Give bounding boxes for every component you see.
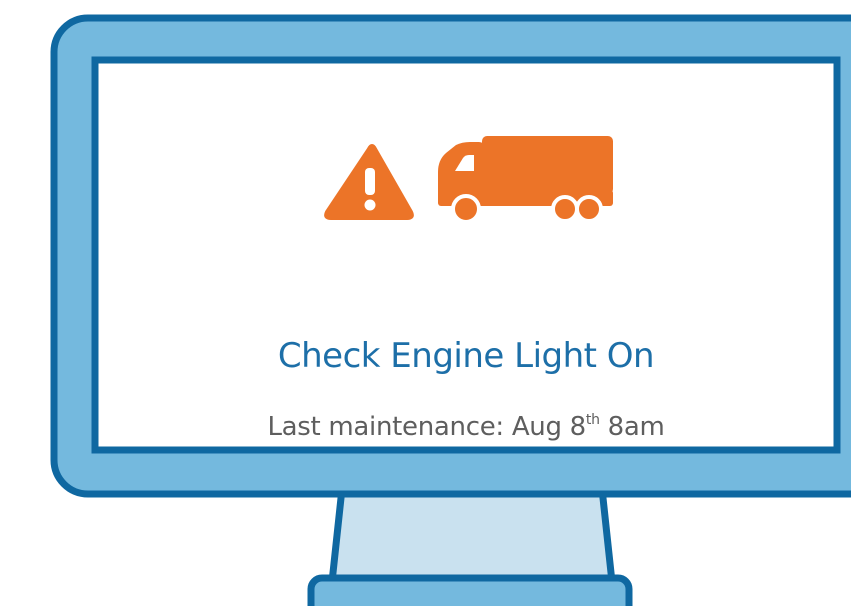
maintenance-date-text: Last maintenance: Aug 8: [267, 412, 586, 442]
alert-subtitle: Last maintenance: Aug 8th 8am: [95, 411, 837, 443]
screen-content: Check Engine Light On Last maintenance: …: [95, 60, 837, 450]
maintenance-time-text: 8am: [599, 412, 665, 442]
monitor-stand-base: [307, 574, 633, 606]
alert-title: Check Engine Light On: [277, 336, 655, 376]
monitor-illustration: Check Engine Light On Last maintenance: …: [0, 0, 851, 606]
ordinal-suffix: th: [585, 412, 600, 428]
